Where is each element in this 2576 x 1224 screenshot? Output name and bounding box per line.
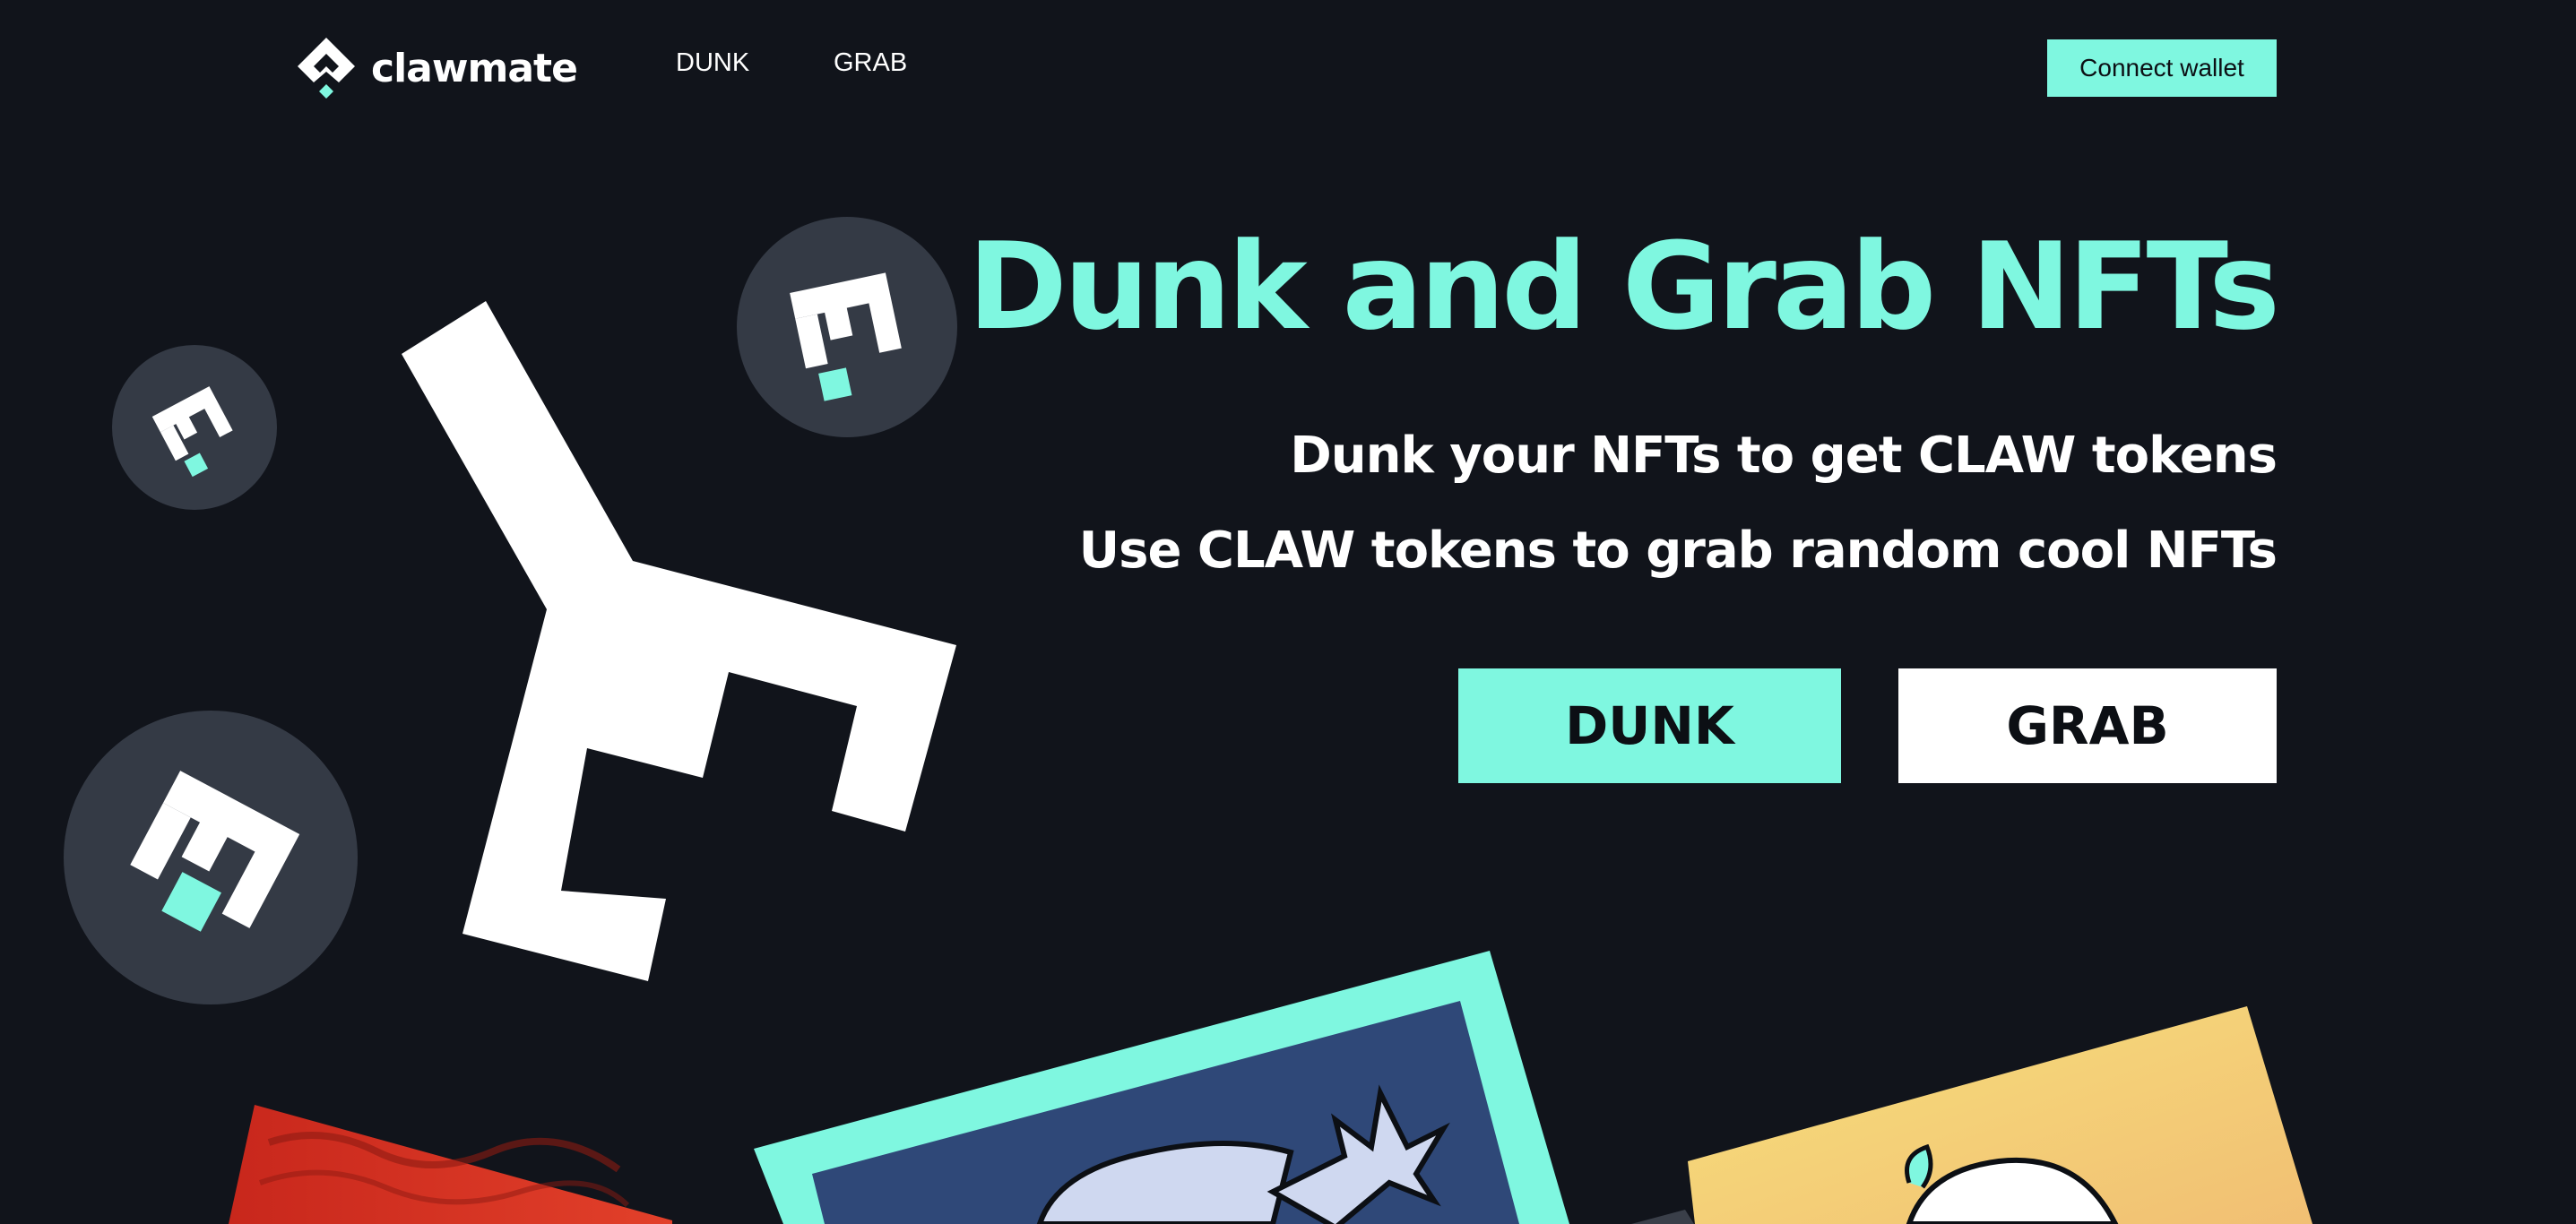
hero-title: Dunk and Grab NFTs (967, 217, 2280, 357)
grab-button[interactable]: GRAB (1898, 668, 2277, 783)
red-nft-card (229, 1105, 672, 1224)
blue-nft-card (754, 951, 1569, 1224)
claw-badge-icon (737, 217, 957, 437)
dunk-button[interactable]: DUNK (1458, 668, 1841, 783)
hero-subtitle-dunk: Dunk your NFTs to get CLAW tokens (1290, 427, 2278, 485)
claw-badge-icon (64, 711, 358, 1004)
hero-subtitle-grab: Use CLAW tokens to grab random cool NFTs (1078, 521, 2278, 580)
hero-illustration (64, 217, 2312, 1224)
claw-badge-icon (112, 345, 277, 510)
landing-page: clawmate DUNK GRAB Connect wallet Dunk a… (0, 0, 2576, 1224)
yellow-nft-card (1631, 1006, 2312, 1224)
